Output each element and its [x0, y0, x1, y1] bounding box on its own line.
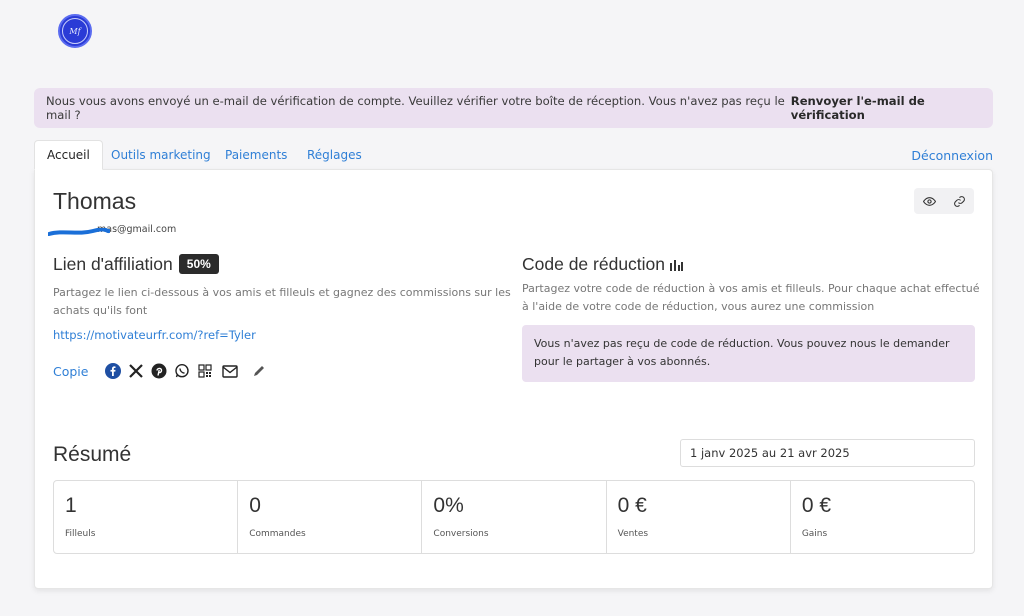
date-range-input[interactable]: 1 janv 2025 au 21 avr 2025	[680, 439, 975, 467]
stat-value: 0 €	[617, 494, 647, 517]
eye-icon	[922, 196, 936, 206]
dashboard-card: Thomas mas@gmail.com Lien d'affiliation 5…	[34, 169, 993, 589]
stat-label: Gains	[801, 529, 828, 539]
discount-notice: Vous n'avez pas reçu de code de réductio…	[522, 325, 975, 382]
resend-verification-link[interactable]: Renvoyer l'e-mail de vérification	[791, 94, 993, 122]
profile-name: Thomas	[53, 188, 137, 214]
preview-button[interactable]	[914, 188, 944, 214]
discount-title: Code de réduction	[522, 254, 666, 274]
stat-value: 0%	[433, 494, 464, 517]
tab-paiements[interactable]: Paiements	[225, 140, 287, 170]
affiliation-title: Lien d'affiliation	[53, 254, 173, 274]
discount-heading: Code de réduction	[522, 254, 684, 275]
tab-accueil[interactable]: Accueil	[34, 140, 103, 170]
stat-ventes: 0 € Ventes	[607, 481, 791, 553]
stat-value: 0	[249, 494, 261, 517]
profile-actions	[914, 188, 974, 214]
facebook-icon[interactable]	[104, 362, 122, 380]
stat-conversions: 0% Conversions	[422, 481, 607, 553]
verification-alert: Nous vous avons envoyé un e-mail de véri…	[34, 88, 993, 128]
affiliation-heading: Lien d'affiliation 50%	[53, 254, 219, 275]
summary-title: Résumé	[53, 443, 132, 466]
logo-text: Mf	[69, 26, 81, 36]
copy-link-button[interactable]	[944, 188, 974, 214]
stat-label: Ventes	[617, 529, 649, 539]
copy-button[interactable]: Copie	[53, 364, 88, 379]
stat-gains: 0 € Gains	[791, 481, 974, 553]
stat-label: Conversions	[433, 529, 489, 539]
qr-code-icon[interactable]	[196, 362, 214, 380]
discount-description: Partagez votre code de réduction à vos a…	[522, 282, 980, 313]
tab-reglages[interactable]: Réglages	[307, 140, 362, 170]
pinterest-icon[interactable]	[150, 362, 168, 380]
main-tabs: Accueil Outils marketing Paiements Régla…	[34, 140, 993, 170]
stat-label: Filleuls	[65, 529, 96, 539]
edit-icon[interactable]	[250, 362, 268, 380]
redaction-scribble	[48, 228, 110, 236]
link-icon	[953, 195, 965, 207]
stat-label: Commandes	[249, 529, 306, 539]
affiliation-description: Partagez le lien ci-dessous à vos amis e…	[53, 286, 511, 317]
alert-message: Nous vous avons envoyé un e-mail de véri…	[46, 94, 785, 122]
stat-filleuls: 1 Filleuls	[54, 481, 239, 553]
bar-chart-icon	[669, 260, 683, 271]
logo-inner: Mf	[62, 18, 88, 44]
site-logo[interactable]: Mf	[58, 14, 92, 48]
stat-value: 0 €	[801, 494, 832, 517]
stats-panel: 1 Filleuls 0 Commandes 0% Conversions 0 …	[53, 480, 975, 554]
stat-commandes: 0 Commandes	[238, 481, 423, 553]
commission-badge: 50%	[178, 254, 219, 274]
logout-link[interactable]: Déconnexion	[911, 140, 993, 170]
email-icon[interactable]	[219, 362, 241, 380]
whatsapp-icon[interactable]	[173, 362, 191, 380]
affiliation-link[interactable]: https://motivateurfr.com/?ref=Tyler	[53, 328, 256, 342]
stat-value: 1	[65, 494, 77, 517]
share-row: Copie	[53, 360, 273, 382]
tab-outils-marketing[interactable]: Outils marketing	[111, 140, 211, 170]
x-icon[interactable]	[127, 362, 145, 380]
